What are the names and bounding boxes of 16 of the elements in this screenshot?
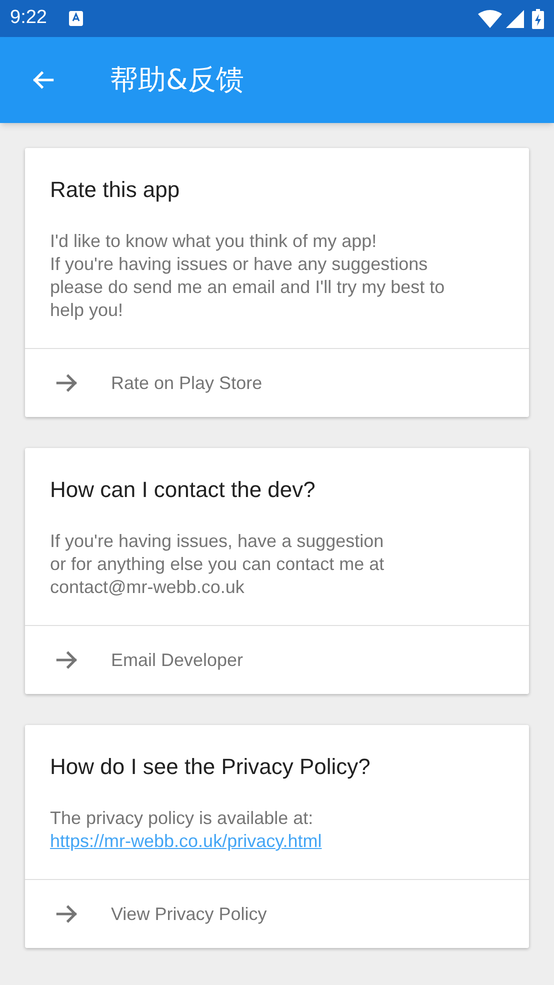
wifi-icon bbox=[478, 10, 502, 28]
card-body: I'd like to know what you think of my app! If you're having issues or have any suggestions please do send me an email and I'll try my best to help you! bbox=[50, 230, 446, 322]
card-action[interactable]: View Privacy Policy bbox=[25, 880, 529, 948]
card-title: Rate this app bbox=[50, 176, 181, 204]
card-body: If you're having issues, have a suggestion or for anything else you can contact me at contact@mr-webb.co.uk bbox=[50, 530, 386, 599]
app-bar-title: 帮助&反馈 bbox=[110, 62, 244, 98]
status-time: 9:22 bbox=[10, 6, 47, 30]
card-action[interactable]: Email Developer bbox=[25, 626, 529, 694]
signal-icon bbox=[506, 10, 524, 28]
card-title: How do I see the Privacy Policy? bbox=[50, 753, 372, 781]
battery-icon bbox=[532, 8, 544, 28]
card-body: The privacy policy is available at: https://mr-webb.co.uk/privacy.html bbox=[50, 807, 323, 853]
card-action[interactable]: Rate on Play Store bbox=[25, 349, 529, 417]
privacy-link[interactable]: https://mr-webb.co.uk/privacy.html bbox=[50, 831, 322, 851]
card-title: How can I contact the dev? bbox=[50, 476, 316, 504]
keyboard-icon bbox=[68, 11, 83, 26]
